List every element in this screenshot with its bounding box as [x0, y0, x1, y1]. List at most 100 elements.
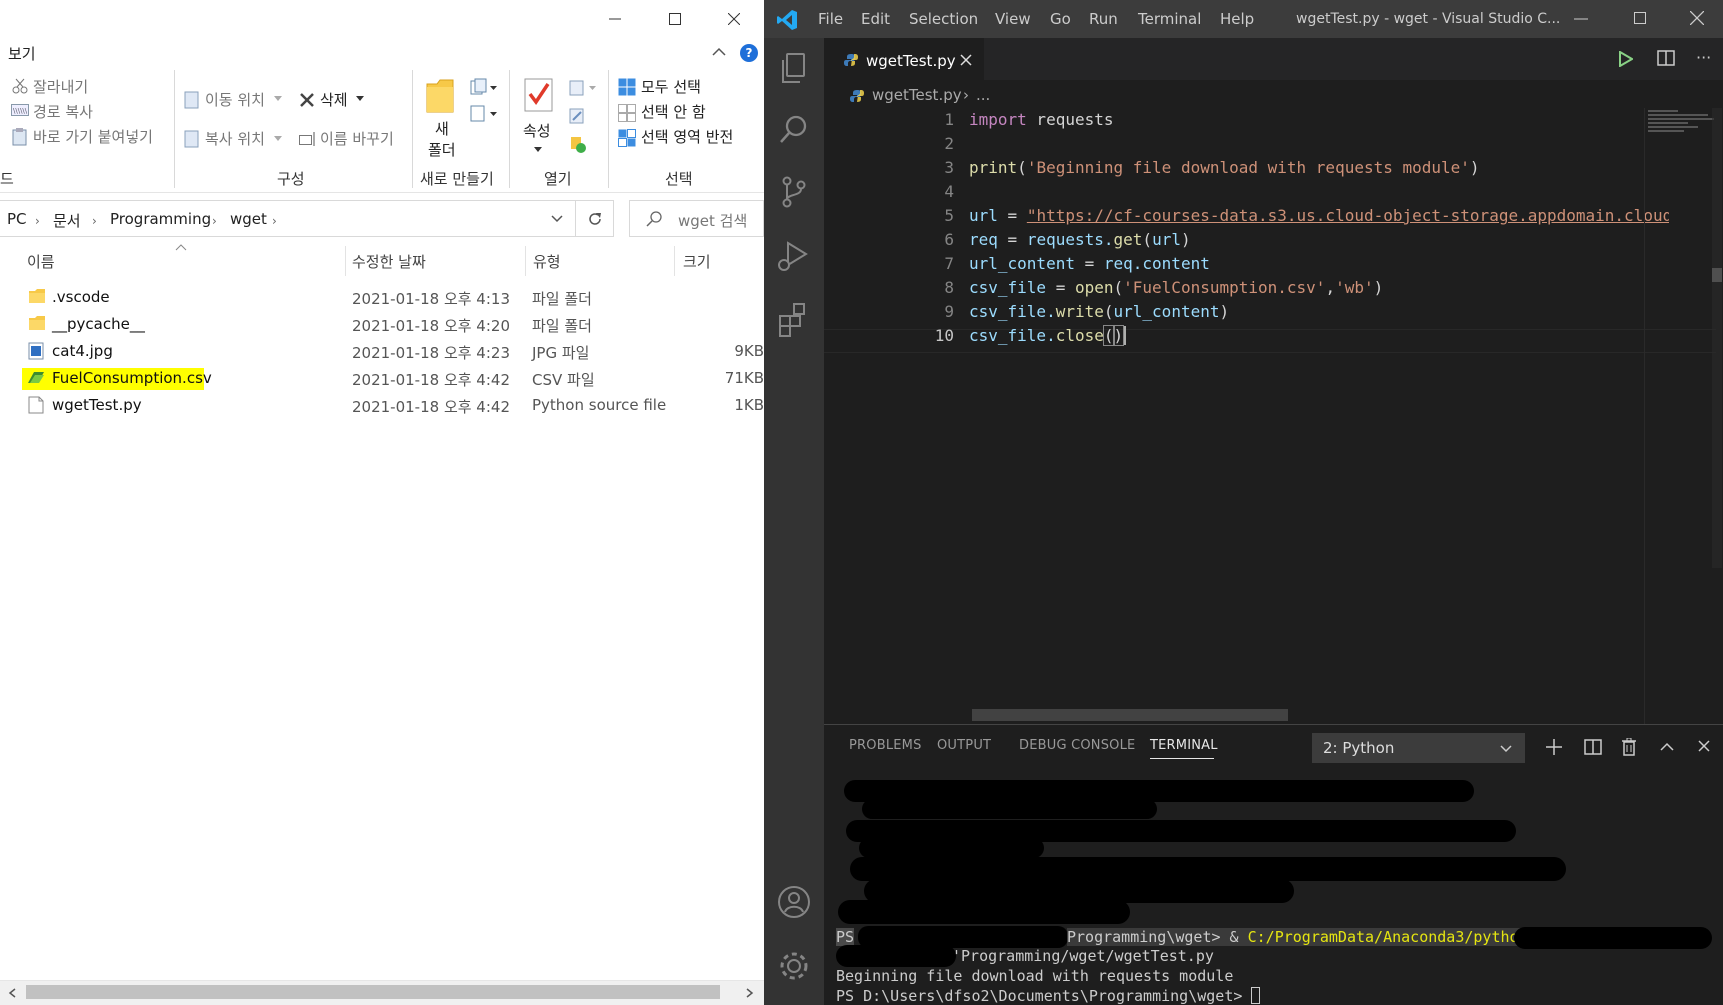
line-number: 4 [944, 182, 954, 201]
menu-run[interactable]: Run [1089, 10, 1118, 28]
kill-terminal-icon[interactable] [1622, 738, 1636, 756]
scroll-left-icon[interactable] [8, 988, 16, 998]
edit-icon[interactable] [569, 108, 585, 124]
tab-problems[interactable]: PROBLEMS [849, 738, 922, 753]
breadcrumb-documents[interactable]: 문서 [53, 210, 81, 231]
easy-access-icon[interactable] [470, 104, 498, 122]
file-row[interactable]: __pycache__ 2021-01-18 오후 4:20 파일 폴더 [0, 312, 764, 339]
close-icon[interactable] [1690, 11, 1704, 25]
select-all-button[interactable]: 모두 선택 [641, 76, 701, 97]
column-divider[interactable] [674, 246, 675, 276]
tab-terminal[interactable]: TERMINAL [1150, 738, 1218, 753]
close-button[interactable] [704, 0, 764, 38]
paste-shortcut-button[interactable]: 바로 가기 붙여넣기 [33, 126, 153, 147]
file-type: JPG 파일 [532, 344, 590, 362]
run-debug-icon[interactable] [776, 238, 812, 274]
line-number: 2 [944, 134, 954, 153]
account-icon[interactable] [776, 884, 812, 920]
close-tab-icon[interactable] [960, 54, 972, 66]
file-name[interactable]: .vscode [52, 288, 110, 306]
vertical-scrollbar[interactable] [1712, 108, 1722, 568]
horizontal-scrollbar-thumb[interactable] [972, 709, 1288, 721]
column-header-type[interactable]: 유형 [533, 251, 561, 272]
minimize-icon[interactable] [1574, 18, 1588, 20]
refresh-button[interactable] [576, 200, 614, 237]
code-editor[interactable]: 1 2 3 4 5 6 7 8 9 10 import requests pri… [824, 108, 1723, 724]
breadcrumb-file[interactable]: wgetTest.py [872, 86, 962, 104]
new-item-icon[interactable] [470, 78, 498, 96]
menu-terminal[interactable]: Terminal [1138, 10, 1201, 28]
collapse-ribbon-icon[interactable] [712, 46, 726, 56]
scrollbar-thumb[interactable] [26, 985, 720, 999]
column-header-name[interactable]: 이름 [27, 251, 55, 272]
copy-path-button[interactable]: 경로 복사 [33, 101, 93, 122]
tab-output[interactable]: OUTPUT [937, 738, 991, 753]
new-folder-label-1[interactable]: 새 [435, 118, 449, 139]
breadcrumb-symbol[interactable]: ... [976, 86, 990, 104]
menu-selection[interactable]: Selection [909, 10, 978, 28]
maximize-panel-icon[interactable] [1660, 742, 1674, 751]
terminal-line: PS [836, 928, 855, 946]
address-dropdown-icon[interactable] [551, 215, 563, 223]
extensions-icon[interactable] [776, 302, 812, 338]
file-row[interactable]: .vscode 2021-01-18 오후 4:13 파일 폴더 [0, 285, 764, 312]
maximize-button[interactable] [645, 0, 705, 38]
menu-view[interactable]: View [995, 10, 1031, 28]
file-name[interactable]: cat4.jpg [52, 342, 113, 360]
help-icon[interactable]: ? [740, 44, 758, 62]
horizontal-scrollbar[interactable] [0, 980, 764, 1005]
history-icon[interactable] [569, 136, 587, 154]
file-explorer-window: 보기 ? 잘라내기 \\\\\\ 경로 복사 바로 가기 붙여넣기 드 이동 위… [0, 0, 764, 1005]
menu-edit[interactable]: Edit [861, 10, 890, 28]
delete-button[interactable]: 삭제 [320, 89, 348, 110]
column-header-date[interactable]: 수정한 날짜 [352, 251, 426, 272]
copy-to-button[interactable]: 복사 위치 [205, 128, 265, 149]
more-actions-icon[interactable]: ··· [1696, 48, 1711, 67]
menu-go[interactable]: Go [1050, 10, 1071, 28]
menu-help[interactable]: Help [1220, 10, 1254, 28]
scroll-right-icon[interactable] [746, 988, 754, 998]
properties-button[interactable]: 속성 [523, 120, 551, 141]
settings-gear-icon[interactable] [776, 948, 812, 984]
breadcrumb-pc[interactable]: PC [7, 210, 27, 228]
cut-button[interactable]: 잘라내기 [33, 76, 88, 97]
column-divider[interactable] [525, 246, 526, 276]
split-terminal-icon[interactable] [1584, 739, 1602, 755]
select-none-button[interactable]: 선택 안 함 [641, 101, 706, 122]
file-row[interactable]: FuelConsumption.csv 2021-01-18 오후 4:42 C… [0, 366, 764, 393]
chevron-down-icon [1500, 745, 1512, 753]
tab-debug-console[interactable]: DEBUG CONSOLE [1019, 738, 1135, 753]
address-bar[interactable]: PC › 문서 › Programming › wget › [0, 200, 576, 237]
menu-file[interactable]: File [818, 10, 843, 28]
tab-label[interactable]: wgetTest.py [866, 52, 956, 70]
minimap[interactable] [1648, 110, 1718, 138]
terminal[interactable]: PS Programming\wget> & C:/ProgramData/An… [824, 765, 1723, 1005]
open-icon[interactable] [569, 80, 597, 96]
editor-tab[interactable]: wgetTest.py [824, 38, 984, 80]
explorer-files-icon[interactable] [776, 50, 812, 86]
search-box[interactable]: wget 검색 [629, 200, 764, 237]
close-panel-icon[interactable] [1698, 740, 1710, 752]
breadcrumb-programming[interactable]: Programming [110, 210, 211, 228]
file-name[interactable]: __pycache__ [52, 315, 145, 333]
move-to-button[interactable]: 이동 위치 [205, 89, 265, 110]
rename-button[interactable]: 이름 바꾸기 [320, 128, 394, 149]
maximize-icon[interactable] [1634, 12, 1646, 24]
minimize-button[interactable] [585, 0, 645, 38]
new-terminal-icon[interactable] [1546, 739, 1562, 755]
split-editor-icon[interactable] [1657, 50, 1675, 66]
file-name[interactable]: wgetTest.py [52, 396, 142, 414]
new-folder-label-2[interactable]: 폴더 [428, 139, 456, 160]
invert-selection-button[interactable]: 선택 영역 반전 [641, 126, 733, 147]
column-divider[interactable] [345, 246, 346, 276]
breadcrumb-wget[interactable]: wget [230, 210, 267, 228]
run-python-file-icon[interactable] [1619, 51, 1633, 67]
file-row[interactable]: wgetTest.py 2021-01-18 오후 4:42 Python so… [0, 393, 764, 420]
terminal-select[interactable]: 2: Python [1312, 733, 1525, 763]
file-name[interactable]: FuelConsumption.csv [52, 369, 212, 387]
file-row[interactable]: cat4.jpg 2021-01-18 오후 4:23 JPG 파일 9KB [0, 339, 764, 366]
column-header-size[interactable]: 크기 [683, 251, 711, 272]
search-icon[interactable] [776, 112, 812, 148]
ribbon-tab-view[interactable]: 보기 [8, 43, 36, 64]
source-control-icon[interactable] [776, 174, 812, 210]
